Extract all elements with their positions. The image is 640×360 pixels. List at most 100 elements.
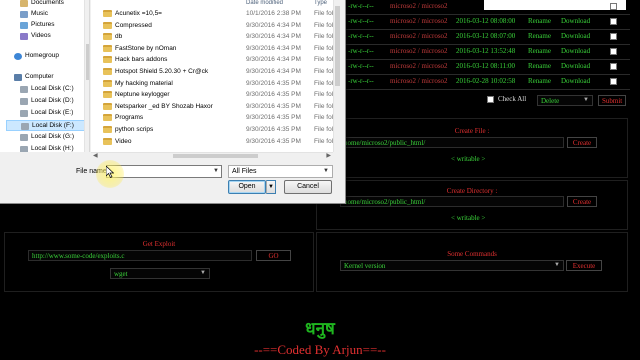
submit-button[interactable]: Submit xyxy=(598,95,626,106)
exploit-url-input[interactable]: http://www.some-code/exploits.c xyxy=(28,250,252,261)
folder-icon xyxy=(103,126,112,133)
nav-item[interactable]: Local Disk (G:) xyxy=(20,132,82,143)
shell-logo-text: धनुष xyxy=(305,319,335,338)
nav-item[interactable]: Computer xyxy=(14,72,82,83)
nav-scrollbar[interactable] xyxy=(84,0,89,152)
file-row[interactable]: FastStone by nOman 9/30/2016 4:34 PM File … xyxy=(91,43,335,55)
row-checkbox[interactable] xyxy=(610,78,617,85)
file-type: File fol xyxy=(314,56,334,64)
coded-by-text: --==Coded By Arjun==-- xyxy=(254,342,386,357)
folder-icon xyxy=(103,21,112,29)
rename-link[interactable]: Rename xyxy=(528,62,551,70)
file-row[interactable]: Programs 9/30/2016 4:35 PM File fol xyxy=(91,112,335,124)
file-type: File fol xyxy=(314,21,334,29)
scroll-right-icon[interactable]: ▶ xyxy=(326,152,331,159)
command-select[interactable]: Kernel version ▼ xyxy=(340,260,564,271)
permission-text: -rw-r--r-- xyxy=(348,62,374,70)
download-link[interactable]: Download xyxy=(561,47,590,55)
videos-icon xyxy=(20,33,28,40)
column-date-modified[interactable]: Date modified xyxy=(246,0,283,6)
execute-button[interactable]: Execute xyxy=(566,260,602,271)
row-checkbox[interactable] xyxy=(610,3,617,10)
file-list-scrollbar[interactable] xyxy=(333,0,340,152)
file-date: 9/30/2016 4:35 PM xyxy=(246,91,301,99)
row-checkbox[interactable] xyxy=(610,48,617,55)
row-checkbox[interactable] xyxy=(610,63,617,70)
rename-link[interactable]: Rename xyxy=(528,77,551,85)
file-type-filter[interactable]: All Files ▼ xyxy=(228,165,333,178)
file-row[interactable]: Netsparker _ed BY Shozab Haxor 9/30/2016 … xyxy=(91,101,335,113)
nav-item[interactable]: Music xyxy=(20,9,82,20)
rename-link[interactable]: Rename xyxy=(528,32,551,40)
nav-item-label: Computer xyxy=(25,73,54,80)
create-file-path-input[interactable]: home/microso2/public_html/ xyxy=(340,137,564,148)
horizontal-scrollbar-thumb[interactable] xyxy=(173,154,258,158)
nav-item[interactable]: Local Disk (F:) xyxy=(6,120,88,131)
navigation-pane: Local Disk (H:) Local Disk (G:) Local Disk… xyxy=(0,0,90,152)
owner-text: microso2 / microso2 xyxy=(390,2,448,10)
download-link[interactable]: Download xyxy=(561,77,590,85)
file-row[interactable]: python scrips 9/30/2016 4:35 PM File fol xyxy=(91,124,335,136)
row-checkbox[interactable] xyxy=(610,18,617,25)
chevron-down-icon: ▼ xyxy=(323,168,329,174)
folder-icon xyxy=(103,10,112,17)
chevron-down-icon[interactable]: ▼ xyxy=(213,168,219,174)
file-date: 9/30/2016 4:34 PM xyxy=(246,33,301,41)
file-row[interactable]: Compressed 9/30/2016 4:34 PM File fol xyxy=(91,20,335,32)
nav-item-label: Local Disk (H:) xyxy=(31,145,74,152)
column-type[interactable]: Type xyxy=(314,0,327,6)
row-checkbox[interactable] xyxy=(610,33,617,40)
check-all-checkbox[interactable] xyxy=(487,96,494,103)
file-date: 10/1/2016 2:38 PM xyxy=(246,10,301,17)
open-button[interactable]: Open xyxy=(228,180,266,194)
cancel-button[interactable]: Cancel xyxy=(284,180,332,194)
download-link[interactable]: Download xyxy=(561,62,590,70)
rename-link[interactable]: Rename xyxy=(528,47,551,55)
file-row[interactable]: Video 9/30/2016 4:35 PM File fol xyxy=(91,136,335,148)
file-row[interactable]: Hotspot Shield 5.20.30 + Cr@ck 9/30/2016 … xyxy=(91,66,335,78)
nav-item[interactable]: Local Disk (E:) xyxy=(20,108,82,119)
download-method-select[interactable]: wget ▼ xyxy=(110,268,210,279)
file-date: 9/30/2016 4:35 PM xyxy=(246,102,301,110)
file-row[interactable]: Acunetix =10,5= 10/1/2016 2:38 PM File fol xyxy=(91,8,335,20)
file-row[interactable]: Neptune keylogger 9/30/2016 4:35 PM File f… xyxy=(91,89,335,101)
download-link[interactable]: Download xyxy=(561,32,590,40)
nav-item[interactable]: Local Disk (D:) xyxy=(20,96,82,107)
file-row[interactable]: db 9/30/2016 4:34 PM File fol xyxy=(91,31,335,43)
open-options-arrow[interactable]: ▼ xyxy=(266,180,276,194)
file-type: File fol xyxy=(314,68,334,75)
nav-item[interactable]: Homegroup xyxy=(14,51,82,62)
file-list: Date modified Type Acunetix =10,5= 10/1/2… xyxy=(91,0,339,152)
horizontal-scrollbar[interactable]: ◀ ▶ xyxy=(91,152,333,159)
some-commands-title: Some Commands xyxy=(447,250,497,258)
drive-icon xyxy=(20,86,28,93)
action-select[interactable]: Delete ▼ xyxy=(537,95,593,106)
nav-item[interactable]: Pictures xyxy=(20,20,82,31)
nav-item[interactable]: Documents xyxy=(20,0,82,9)
create-dir-button[interactable]: Create xyxy=(567,196,597,207)
create-file-writable-status: < writable > xyxy=(451,155,486,163)
pictures-icon xyxy=(20,22,28,29)
owner-text: microso2 / microso2 xyxy=(390,62,448,70)
nav-item[interactable]: Local Disk (H:) xyxy=(20,144,82,152)
file-name: Acunetix =10,5= xyxy=(115,10,162,17)
file-row[interactable]: My hacking material 9/30/2016 4:35 PM File… xyxy=(91,78,335,90)
create-dir-path-input[interactable]: home/microso2/public_html/ xyxy=(340,196,564,207)
scroll-left-icon[interactable]: ◀ xyxy=(93,152,98,159)
nav-item-label: Music xyxy=(31,10,48,17)
file-list-scrollbar-thumb[interactable] xyxy=(335,6,340,86)
nav-item[interactable]: Videos xyxy=(20,31,82,42)
modified-date: 2016-02-28 10:02:58 xyxy=(456,77,516,85)
file-type: File fol xyxy=(314,137,334,145)
file-date: 9/30/2016 4:34 PM xyxy=(246,21,301,29)
permission-text: -rw-r--r-- xyxy=(348,77,374,85)
drive-icon xyxy=(20,134,28,141)
file-row[interactable]: Hack bars addons 9/30/2016 4:34 PM File fo… xyxy=(91,54,335,66)
create-file-button[interactable]: Create xyxy=(567,137,597,148)
rename-link[interactable]: Rename xyxy=(528,17,551,25)
nav-scrollbar-thumb[interactable] xyxy=(86,44,89,80)
go-button[interactable]: GO xyxy=(256,250,291,261)
nav-item[interactable]: Local Disk (C:) xyxy=(20,84,82,95)
download-link[interactable]: Download xyxy=(561,17,590,25)
row-divider xyxy=(338,59,630,60)
